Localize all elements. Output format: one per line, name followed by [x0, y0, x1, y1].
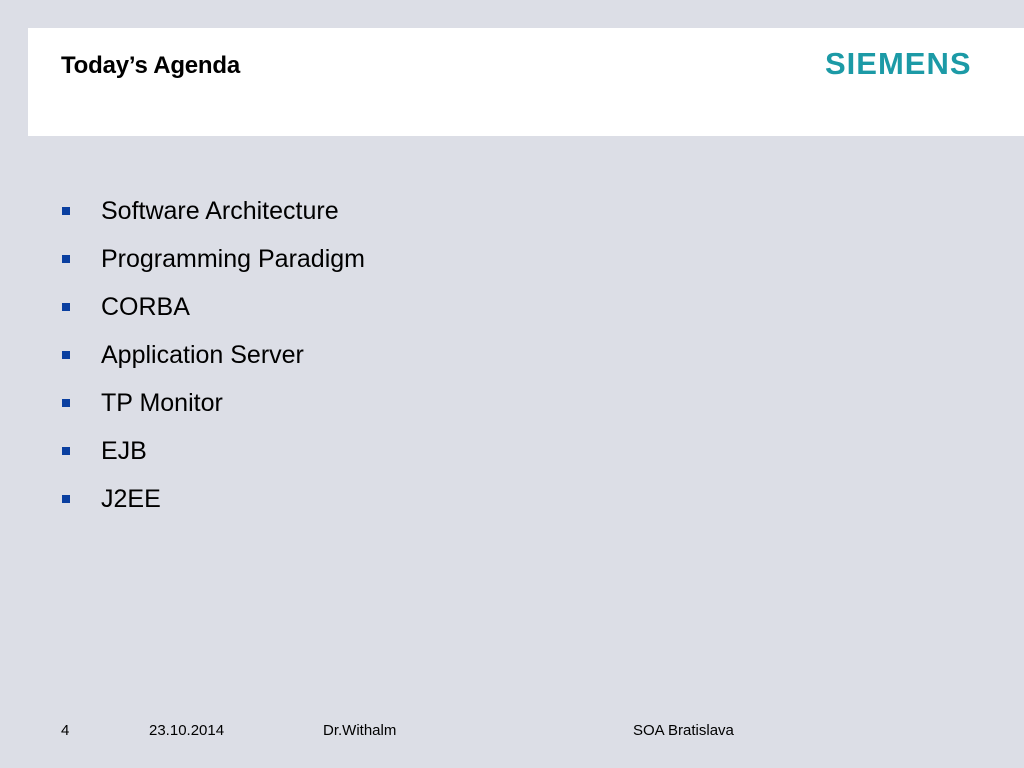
square-bullet-icon: [62, 255, 70, 263]
footer-date: 23.10.2014: [149, 722, 225, 739]
list-item-label: EJB: [101, 437, 147, 465]
footer-page-number: 4: [61, 722, 70, 739]
page-title: Today’s Agenda: [61, 52, 241, 79]
list-item-label: CORBA: [101, 293, 190, 321]
footer-event: SOA Bratislava: [633, 722, 734, 739]
list-item: J2EE: [62, 484, 365, 532]
list-item: Programming Paradigm: [62, 244, 365, 292]
footer-author: Dr.Withalm: [323, 722, 397, 739]
slide-header: Today’s Agenda SIEMENS: [28, 28, 1024, 136]
square-bullet-icon: [62, 207, 70, 215]
agenda-list: Software Architecture Programming Paradi…: [62, 196, 365, 532]
list-item: CORBA: [62, 292, 365, 340]
list-item-label: Programming Paradigm: [101, 245, 365, 273]
square-bullet-icon: [62, 303, 70, 311]
list-item: EJB: [62, 436, 365, 484]
list-item-label: TP Monitor: [101, 389, 223, 417]
square-bullet-icon: [62, 351, 70, 359]
list-item: TP Monitor: [62, 388, 365, 436]
siemens-logo: SIEMENS: [825, 46, 972, 81]
list-item: Software Architecture: [62, 196, 365, 244]
square-bullet-icon: [62, 399, 70, 407]
list-item-label: Software Architecture: [101, 197, 339, 225]
square-bullet-icon: [62, 495, 70, 503]
list-item: Application Server: [62, 340, 365, 388]
square-bullet-icon: [62, 447, 70, 455]
list-item-label: Application Server: [101, 341, 304, 369]
slide: Today’s Agenda SIEMENS Software Architec…: [0, 0, 1024, 768]
list-item-label: J2EE: [101, 485, 161, 513]
